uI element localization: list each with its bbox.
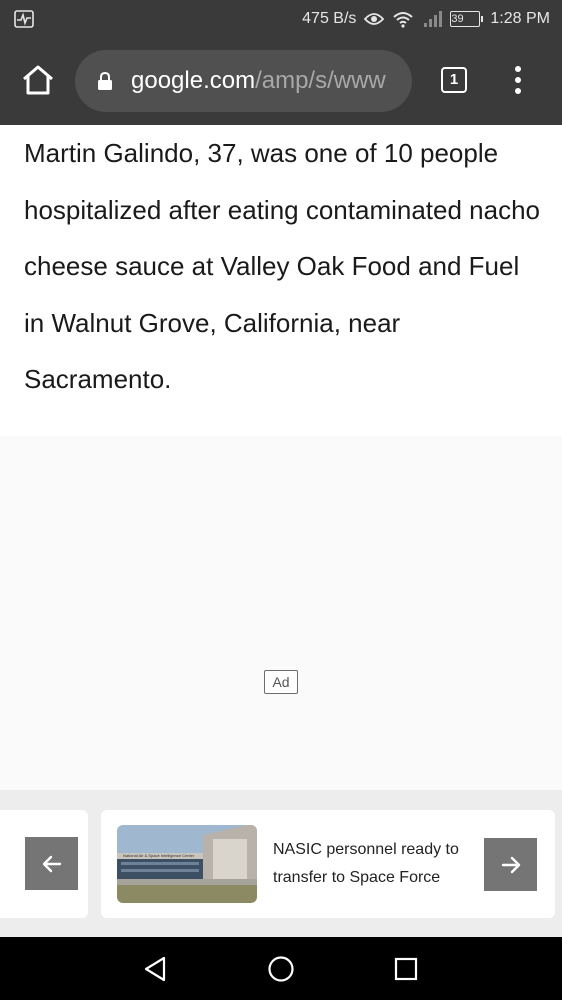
previous-article-card[interactable] (0, 810, 88, 918)
status-bar: 475 B/s 39 1:28 PM (0, 0, 562, 38)
clock: 1:28 PM (490, 10, 550, 27)
arrow-left-icon (42, 855, 61, 872)
related-article-card[interactable]: National Air & Space Intelligence Center… (101, 810, 555, 918)
url-text: google.com/amp/s/www (131, 67, 386, 95)
recents-icon[interactable] (391, 954, 421, 984)
activity-icon (14, 10, 34, 28)
home-icon[interactable] (20, 62, 56, 98)
thumbnail-sign-text: National Air & Space Intelligence Center (123, 853, 195, 858)
lock-icon (98, 71, 112, 90)
eye-icon (364, 12, 385, 26)
ad-container: Ad (0, 436, 562, 790)
article-thumbnail: National Air & Space Intelligence Center (117, 825, 257, 903)
url-path: /amp/s/www (255, 67, 386, 94)
wifi-icon (392, 10, 414, 28)
ad-badge: Ad (264, 670, 298, 694)
network-speed: 475 B/s (302, 10, 357, 27)
address-bar[interactable]: google.com/amp/s/www (75, 50, 412, 112)
previous-article-button[interactable] (25, 837, 78, 890)
more-vert-icon[interactable] (510, 66, 526, 96)
signal-icon (422, 10, 443, 28)
url-host: google.com (131, 67, 256, 94)
next-article-button[interactable] (484, 838, 537, 891)
back-icon[interactable] (141, 954, 171, 984)
related-article-title[interactable]: NASIC personnel ready to transfer to Spa… (273, 836, 483, 892)
tabs-icon[interactable]: 1 (441, 67, 467, 93)
related-articles-strip: National Air & Space Intelligence Center… (0, 790, 562, 937)
article-body: Martin Galindo, 37, was one of 10 people… (0, 125, 562, 436)
system-nav-bar (0, 937, 562, 1000)
arrow-right-icon (501, 856, 520, 873)
home-circle-icon[interactable] (266, 954, 296, 984)
browser-toolbar: google.com/amp/s/www 1 (0, 38, 562, 125)
battery-icon: 39 (450, 11, 484, 27)
article-paragraph: Martin Galindo, 37, was one of 10 people… (24, 138, 541, 394)
